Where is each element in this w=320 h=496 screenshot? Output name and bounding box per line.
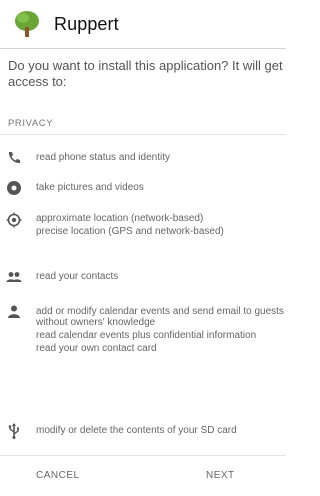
section-divider [0, 134, 286, 135]
contacts-icon [6, 272, 22, 282]
app-header: Ruppert [0, 0, 286, 48]
permission-text: approximate location (network-based) [36, 213, 204, 224]
permission-text: read calendar events plus confidential i… [36, 330, 257, 341]
phone-icon [8, 152, 20, 164]
permission-text: read your own contact card [36, 343, 157, 354]
dialog-footer: CANCEL NEXT [0, 456, 286, 496]
permission-text: precise location (GPS and network-based) [36, 226, 224, 237]
usb-icon [8, 423, 19, 439]
header-divider [0, 48, 286, 49]
cancel-button[interactable]: CANCEL [36, 470, 80, 481]
tree-icon [15, 11, 39, 37]
permission-text: read your contacts [36, 271, 119, 282]
permission-text: modify or delete the contents of your SD… [36, 425, 237, 436]
camera-icon [7, 181, 21, 195]
app-title: Ruppert [54, 13, 119, 34]
permission-text: take pictures and videos [36, 182, 144, 193]
section-label-privacy: PRIVACY [8, 118, 54, 129]
person-icon [8, 305, 20, 318]
location-icon [6, 212, 22, 228]
permission-text: read phone status and identity [36, 152, 170, 163]
next-button[interactable]: NEXT [206, 470, 235, 481]
install-question: Do you want to install this application?… [8, 58, 283, 89]
permission-text: add or modify calendar events and send e… [36, 306, 284, 328]
